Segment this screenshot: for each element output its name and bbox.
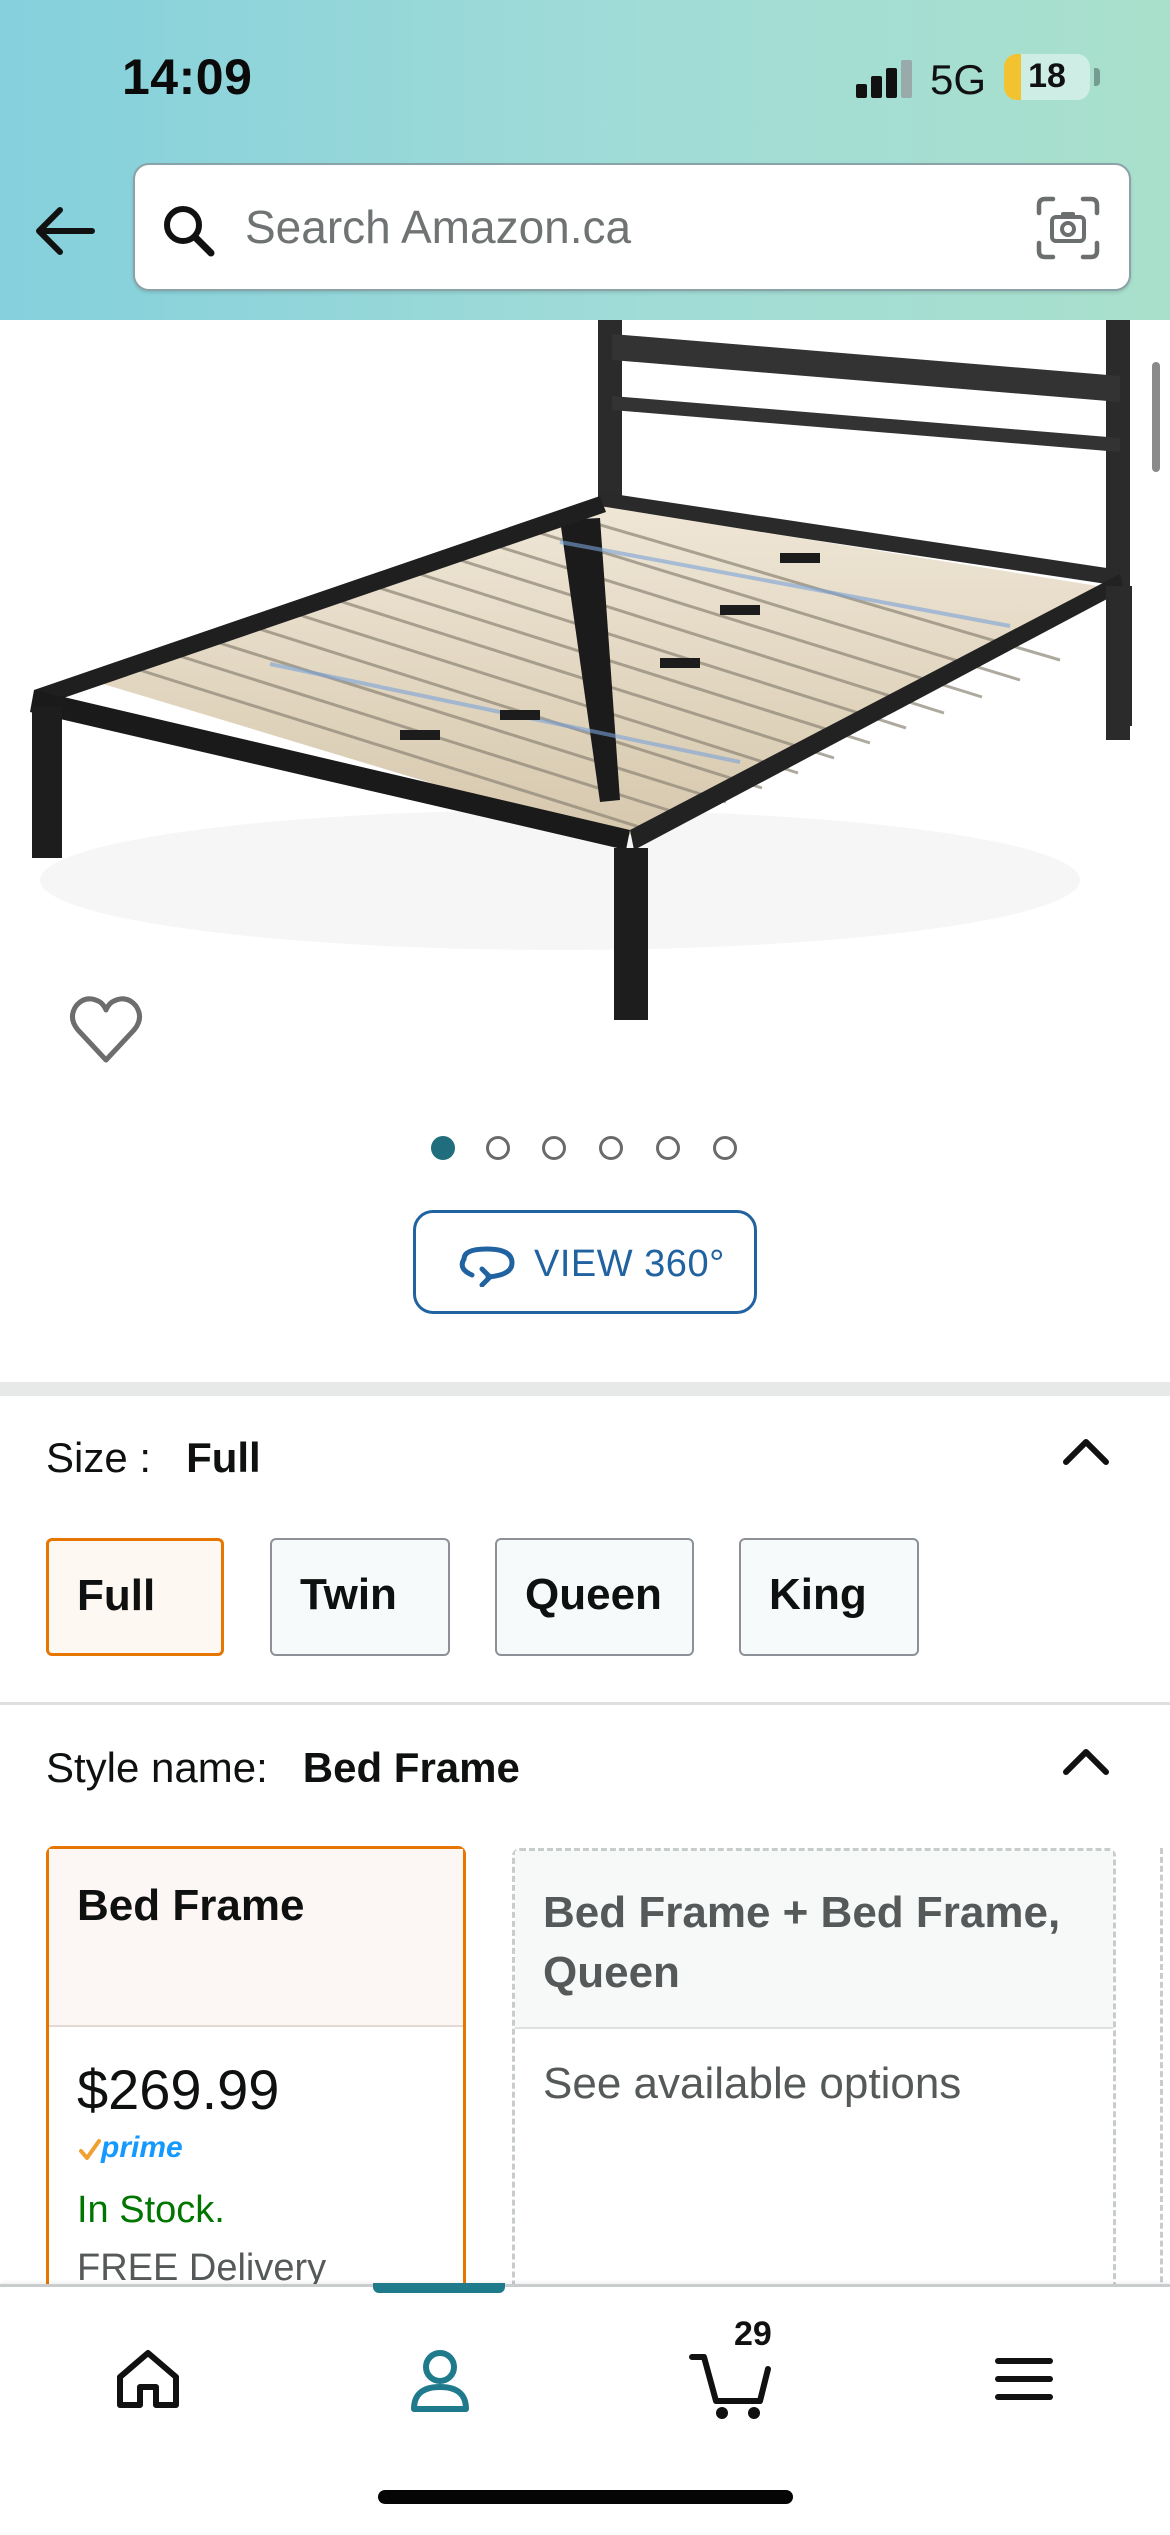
carousel-dot-2[interactable]: [486, 1136, 510, 1160]
account-icon: [411, 2350, 469, 2412]
rotate-360-icon: [459, 1246, 515, 1287]
arrow-left-icon: [36, 207, 95, 255]
search-bar[interactable]: [133, 163, 1131, 291]
scroll-indicator: [1152, 362, 1160, 472]
battery-tip: [1094, 68, 1100, 86]
next-style-card-edge[interactable]: [1160, 1848, 1170, 2318]
see-options-text: See available options: [543, 2059, 962, 2108]
cart-icon: [689, 2354, 771, 2419]
search-input[interactable]: [245, 187, 1025, 267]
section-divider-thin: [0, 1702, 1170, 1705]
app-header: 14:09 5G 18: [0, 0, 1170, 320]
size-selected-value: Full: [186, 1434, 261, 1481]
camera-scan-icon[interactable]: [1035, 195, 1101, 261]
svg-text:prime: prime: [100, 2131, 183, 2164]
style-label: Style name:: [46, 1744, 268, 1791]
network-type: 5G: [930, 56, 987, 103]
menu-icon: [995, 2358, 1053, 2400]
active-tab-indicator: [373, 2283, 505, 2293]
battery-level: 18: [1028, 57, 1066, 95]
carousel-dot-5[interactable]: [656, 1136, 680, 1160]
back-button[interactable]: [30, 195, 102, 267]
battery-icon: 18: [1004, 54, 1090, 100]
product-image-carousel[interactable]: [0, 320, 1170, 1040]
carousel-dot-1[interactable]: [431, 1136, 455, 1160]
carousel-dot-3[interactable]: [542, 1136, 566, 1160]
search-icon: [164, 206, 215, 257]
cart-count-badge: 29: [734, 2315, 772, 2353]
carousel-pagination: [0, 1136, 1170, 1166]
view-360-label: VIEW 360°: [534, 1243, 725, 1285]
prime-badge-icon: prime: [79, 2131, 183, 2164]
size-option-full[interactable]: Full: [46, 1538, 224, 1656]
cellular-signal-icon: [856, 58, 916, 98]
size-option-queen[interactable]: Queen: [495, 1538, 694, 1656]
style-card-title: Bed Frame + Bed Frame, Queen: [543, 1888, 1061, 1997]
nav-home[interactable]: [88, 2327, 208, 2427]
stock-status: In Stock.: [77, 2189, 225, 2231]
style-card-title: Bed Frame: [77, 1881, 305, 1930]
wishlist-button[interactable]: [66, 990, 146, 1070]
style-option-bed-frame-queen[interactable]: Bed Frame + Bed Frame, Queen See availab…: [512, 1848, 1116, 2316]
style-card-header: [49, 1849, 463, 2027]
home-indicator: [378, 2490, 793, 2504]
home-icon: [117, 2350, 179, 2408]
style-option-bed-frame[interactable]: Bed Frame $269.99 prime In Stock. FREE D…: [46, 1846, 466, 2316]
carousel-dot-4[interactable]: [599, 1136, 623, 1160]
style-card-price: $269.99: [77, 2058, 280, 2121]
style-label-row: Style name: Bed Frame: [46, 1744, 520, 1792]
nav-menu[interactable]: [964, 2327, 1084, 2427]
section-divider: [0, 1382, 1170, 1396]
status-time: 14:09: [122, 49, 253, 105]
product-image: [30, 320, 1132, 1020]
style-selected-value: Bed Frame: [302, 1744, 520, 1791]
view-360-button[interactable]: VIEW 360°: [413, 1210, 757, 1314]
heart-icon: [70, 996, 142, 1063]
size-label-row: Size : Full: [46, 1434, 261, 1482]
nav-account[interactable]: [380, 2327, 500, 2427]
size-label: Size :: [46, 1434, 152, 1481]
chevron-up-icon[interactable]: [1058, 1430, 1114, 1470]
nav-cart[interactable]: 29: [672, 2315, 792, 2427]
size-option-king[interactable]: King: [739, 1538, 919, 1656]
chevron-up-icon[interactable]: [1058, 1740, 1114, 1780]
carousel-dot-6[interactable]: [713, 1136, 737, 1160]
size-option-twin[interactable]: Twin: [270, 1538, 450, 1656]
